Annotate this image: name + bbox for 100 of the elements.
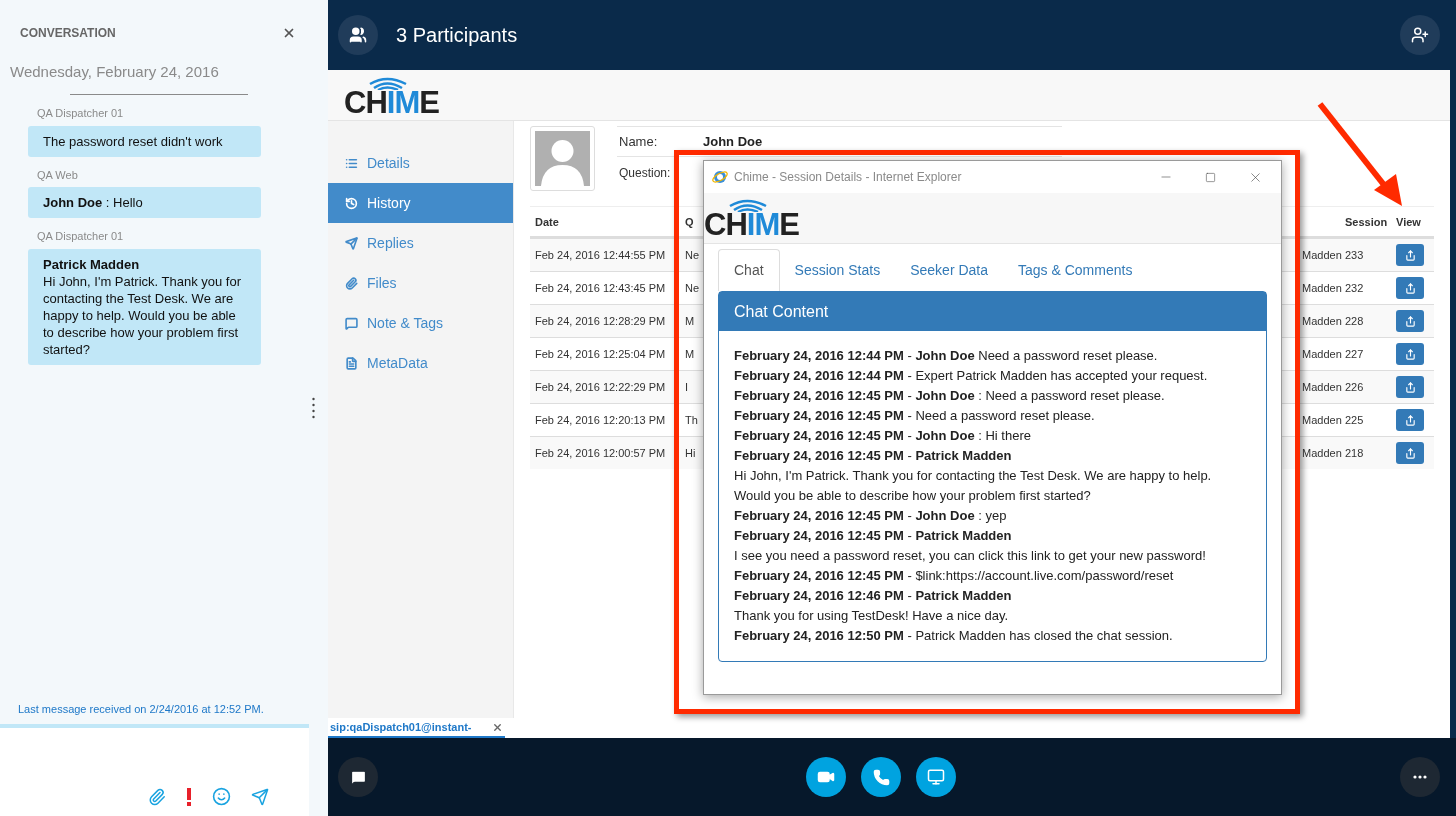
chat-line: February 24, 2016 12:45 PM - Patrick Madden [734,447,1013,465]
video-button[interactable] [806,757,846,797]
table-cell-text: Madden [1302,346,1342,362]
chat-line: February 24, 2016 12:46 PM - Patrick Madden [734,587,1013,605]
chat-button[interactable] [338,757,378,797]
share-icon [1404,249,1416,261]
close-icon[interactable] [282,26,296,40]
nav-item[interactable]: Files [328,263,513,303]
name-label: Name: [619,132,659,151]
nav-item[interactable]: Details [328,143,513,183]
window-title: Chime - Session Details - Internet Explorer [734,169,963,186]
nav-item[interactable]: MetaData [328,343,513,383]
maximize-icon[interactable] [1205,171,1216,183]
table-cell-text: Madden [1302,379,1342,395]
view-button[interactable] [1396,376,1424,398]
chat-line: February 24, 2016 12:45 PM - $link:https://account.live.com/password/reset [734,567,1175,585]
table-cell-text: I [685,379,689,395]
table-cell-text: 226 [1345,379,1364,395]
table-cell-text: 233 [1345,247,1364,263]
avatar-placeholder [530,126,595,191]
nav-item[interactable]: History [328,183,513,223]
view-button[interactable] [1396,244,1424,266]
table-cell-text: Ne [685,280,700,296]
table-cell-text: Madden [1302,247,1342,263]
paperclip-icon[interactable] [148,788,166,806]
browser-icon [712,169,728,185]
chime-logo: CHIME [704,198,802,238]
chat-line: February 24, 2016 12:44 PM - John Doe Need a password reset please. [734,347,1159,365]
status-text: Last message received on 2/24/2016 at 12:52 PM. [18,703,264,715]
nav-item[interactable]: Replies [328,223,513,263]
table-cell-text: M [685,313,695,329]
view-button[interactable] [1396,442,1424,464]
history-icon [345,196,358,210]
chat-line: February 24, 2016 12:44 PM - Expert Patrick Madden has accepted your request. [734,367,1209,385]
add-person-button[interactable] [1400,15,1440,55]
list-icon [345,156,358,170]
tab[interactable]: Session Stats [779,249,896,291]
share-icon [1404,348,1416,360]
column-header: Session [1345,215,1388,231]
table-cell-text: Feb 24, 2016 12:43:45 PM [535,280,666,296]
question-label: Question: [619,165,671,182]
view-button[interactable] [1396,409,1424,431]
view-button[interactable] [1396,310,1424,332]
chat-line: Would you be able to describe how your problem first started? [734,487,1092,505]
view-button[interactable] [1396,277,1424,299]
column-header: Q [685,215,694,231]
share-icon [1404,381,1416,393]
panel-title: CONVERSATION [20,25,116,42]
call-button[interactable] [861,757,901,797]
more-icon [1413,775,1427,779]
chat-line: February 24, 2016 12:50 PM - Patrick Madden has closed the chat session. [734,627,1174,645]
table-cell-text: Madden [1302,313,1342,329]
sender-name: QA Dispatcher 01 [37,229,125,244]
view-button[interactable] [1396,343,1424,365]
tab[interactable]: Seeker Data [895,249,1003,291]
screen-share-button[interactable] [916,757,956,797]
table-cell-text: 227 [1345,346,1364,362]
phone-icon [872,768,890,786]
message-bubble: Patrick Madden Hi John, I'm Patrick. Thank you for contacting the Test Desk. We are happy to help. Would you be able to describe how your problem first started? [28,248,261,365]
table-cell-text: Th [685,412,698,428]
table-cell-text: 228 [1345,313,1364,329]
nav-item[interactable]: Note & Tags [328,303,513,343]
exclamation-icon[interactable] [186,788,192,806]
grip-icon[interactable] [312,397,315,419]
table-cell-text: Feb 24, 2016 12:28:29 PM [535,313,666,329]
table-cell-text: Feb 24, 2016 12:22:29 PM [535,379,666,395]
conversation-date: Wednesday, February 24, 2016 [10,63,219,80]
sender-name: QA Dispatcher 01 [37,106,125,121]
table-cell-text: Feb 24, 2016 12:20:13 PM [535,412,666,428]
table-cell-text: Madden [1302,280,1342,296]
share-icon [1404,315,1416,327]
chat-line: February 24, 2016 12:45 PM - John Doe : Hi there [734,427,1032,445]
send-icon[interactable] [251,788,269,806]
table-cell-text: M [685,346,695,362]
smiley-icon[interactable] [212,787,231,806]
tab[interactable]: Tags & Comments [1003,249,1148,291]
tab[interactable]: Chat [718,249,780,291]
table-cell-text: Feb 24, 2016 12:25:04 PM [535,346,666,362]
paperclip-icon [345,276,358,290]
table-cell-text: Feb 24, 2016 12:44:55 PM [535,247,666,263]
share-icon [1404,447,1416,459]
call-title: 3 Participants [396,23,518,48]
people-icon [349,26,367,44]
monitor-icon [927,768,945,786]
close-icon[interactable] [492,721,503,733]
chat-icon [349,768,367,786]
chime-logo: CHIME [344,76,442,116]
chat-line: February 24, 2016 12:45 PM - John Doe : yep [734,507,1008,525]
table-cell-text: 218 [1345,445,1364,461]
message-bubble: The password reset didn't work [28,125,261,157]
message-bubble: John Doe : Hello [28,187,261,218]
chat-line: February 24, 2016 12:45 PM - John Doe : Need a password reset please. [734,387,1166,405]
chat-icon [345,316,358,330]
more-button[interactable] [1400,757,1440,797]
document-icon [345,356,358,370]
table-cell-text: Hi [685,445,696,461]
share-icon [1404,414,1416,426]
participants-button[interactable] [338,15,378,55]
chat-line: February 24, 2016 12:45 PM - Patrick Madden [734,527,1013,545]
chat-line: Thank you for using TestDesk! Have a nice day. [734,607,1010,625]
